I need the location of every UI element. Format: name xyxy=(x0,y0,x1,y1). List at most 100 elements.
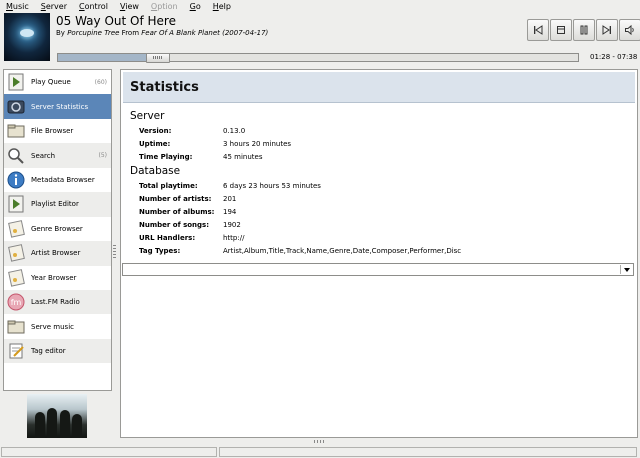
statistics-header: Statistics xyxy=(123,72,635,103)
stop-icon xyxy=(557,26,565,34)
volume-icon xyxy=(625,24,634,36)
progress-handle-grip xyxy=(152,56,163,59)
previous-icon xyxy=(534,25,543,35)
sidebar-item-label: Metadata Browser xyxy=(31,175,95,184)
stat-key: Time Playing: xyxy=(139,153,193,161)
stat-value: 3 hours 20 minutes xyxy=(223,140,292,148)
stat-row: Uptime: 3 hours 20 minutes xyxy=(139,140,291,149)
pause-button[interactable] xyxy=(573,19,595,41)
artist-figure xyxy=(35,412,45,438)
menu-option[interactable]: Option xyxy=(145,0,184,12)
sidebar-item-play-queue[interactable]: Play Queue (60) xyxy=(4,70,111,94)
cover-art-detail xyxy=(20,29,34,37)
sidebar-item-count: (60) xyxy=(94,78,107,86)
status-bar xyxy=(0,446,640,458)
album-cover[interactable] xyxy=(4,13,50,61)
next-icon xyxy=(602,25,611,35)
page-title: Statistics xyxy=(130,80,199,95)
stat-key: URL Handlers: xyxy=(139,234,196,242)
info-icon xyxy=(6,170,26,190)
artist-figure xyxy=(72,414,82,438)
menu-view[interactable]: View xyxy=(114,0,145,12)
volume-button[interactable] xyxy=(619,19,640,41)
sidebar: Play Queue (60) Server Statistics File Brow… xyxy=(3,69,112,391)
sidebar-item-label: Server Statistics xyxy=(31,102,89,111)
song-progress-bar[interactable] xyxy=(57,53,579,63)
genre-icon xyxy=(6,219,26,239)
year-icon xyxy=(6,268,26,288)
stat-value: 45 minutes xyxy=(223,153,263,161)
progress-fill xyxy=(58,54,157,61)
svg-text:fm: fm xyxy=(11,298,22,307)
next-button[interactable] xyxy=(596,19,618,41)
menubar: Music Server Control View Option Go Help xyxy=(0,0,640,12)
stat-value: 194 xyxy=(223,208,237,216)
artist-name: Porcupine Tree xyxy=(67,29,120,37)
artist-figure xyxy=(47,408,57,438)
artist-figure xyxy=(60,410,70,438)
menu-go[interactable]: Go xyxy=(184,0,207,12)
sidebar-item-label: Last.FM Radio xyxy=(31,298,80,307)
sidebar-item-tag-editor[interactable]: Tag editor xyxy=(4,338,111,364)
sidebar-item-serve-music[interactable]: Serve music xyxy=(4,314,111,338)
chevron-down-icon[interactable] xyxy=(620,265,632,274)
song-title: 05 Way Out Of Here xyxy=(56,14,176,28)
previous-button[interactable] xyxy=(527,19,549,41)
pause-icon xyxy=(580,25,588,35)
folder-icon xyxy=(6,121,26,141)
sidebar-item-label: Genre Browser xyxy=(31,224,83,233)
progress-handle[interactable] xyxy=(145,53,170,63)
server-heading: Server xyxy=(130,110,165,122)
stat-value: 201 xyxy=(223,195,237,203)
sidebar-item-genre-browser[interactable]: Genre Browser xyxy=(4,217,111,241)
server-statistics-icon xyxy=(6,97,26,117)
tag-editor-icon xyxy=(6,341,26,361)
sidebar-item-label: File Browser xyxy=(31,127,74,136)
sidebar-item-metadata-browser[interactable]: Metadata Browser xyxy=(4,168,111,192)
stat-value: Artist,Album,Title,Track,Name,Genre,Date… xyxy=(223,247,462,255)
playback-controls xyxy=(527,19,640,41)
stat-key: Number of artists: xyxy=(139,195,212,203)
stat-row: Time Playing: 45 minutes xyxy=(139,153,262,162)
database-heading: Database xyxy=(130,165,181,177)
stat-value: 1902 xyxy=(223,221,241,229)
stat-key: Tag Types: xyxy=(139,247,181,255)
stat-row: Number of songs: 1902 xyxy=(139,221,241,230)
stat-key: Number of albums: xyxy=(139,208,215,216)
stat-row: Total playtime: 6 days 23 hours 53 minute… xyxy=(139,182,321,191)
sidebar-item-last-fm-radio[interactable]: fm Last.FM Radio xyxy=(4,289,111,315)
pane-resize-handle[interactable] xyxy=(113,245,116,259)
sidebar-item-year-browser[interactable]: Year Browser xyxy=(4,266,111,290)
stat-value: http:// xyxy=(223,234,245,242)
sidebar-item-label: Play Queue xyxy=(31,78,71,87)
sidebar-item-file-browser[interactable]: File Browser xyxy=(4,119,111,143)
menu-control[interactable]: Control xyxy=(73,0,114,12)
stat-row: Tag Types: Artist,Album,Title,Track,Name,… xyxy=(139,247,461,256)
menu-help[interactable]: Help xyxy=(207,0,237,12)
sidebar-item-artist-browser[interactable]: Artist Browser xyxy=(4,241,111,266)
stat-row: Version: 0.13.0 xyxy=(139,127,245,136)
menu-server[interactable]: Server xyxy=(35,0,73,12)
sidebar-item-playlist-editor[interactable]: Playlist Editor xyxy=(4,192,111,217)
lastfm-icon: fm xyxy=(6,292,26,312)
stop-button[interactable] xyxy=(550,19,572,41)
sidebar-item-label: Playlist Editor xyxy=(31,200,79,209)
status-cell xyxy=(219,447,637,457)
stat-row: Number of artists: 201 xyxy=(139,195,236,204)
sidebar-item-server-statistics[interactable]: Server Statistics xyxy=(4,94,111,119)
statistics-panel: Statistics Server Version: 0.13.0 Uptime:… xyxy=(120,69,638,438)
stat-value: 0.13.0 xyxy=(223,127,246,135)
panel-resize-grip[interactable] xyxy=(314,440,326,443)
artist-icon xyxy=(6,243,26,263)
sidebar-item-search[interactable]: Search (5) xyxy=(4,143,111,168)
stat-key: Uptime: xyxy=(139,140,171,148)
song-meta: By Porcupine Tree From Fear Of A Blank P… xyxy=(56,29,268,38)
stat-value: 6 days 23 hours 53 minutes xyxy=(223,182,321,190)
sidebar-item-label: Artist Browser xyxy=(31,249,81,258)
sidebar-item-label: Search xyxy=(31,151,56,160)
album-name: Fear Of A Blank Planet (2007-04-17) xyxy=(141,29,269,37)
sidebar-item-label: Serve music xyxy=(31,322,74,331)
statistics-dropdown[interactable] xyxy=(122,263,634,276)
menu-music[interactable]: Music xyxy=(0,0,35,12)
play-queue-icon xyxy=(6,72,26,92)
